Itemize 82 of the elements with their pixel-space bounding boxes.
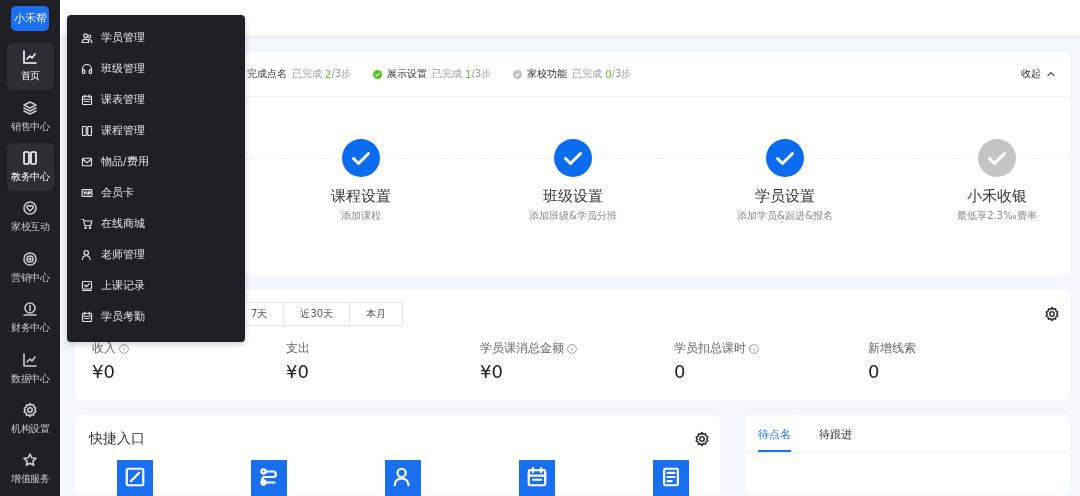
metric-value: ¥0 (286, 361, 310, 382)
layers-icon (22, 99, 38, 116)
task-title: 家校功能 (527, 67, 568, 81)
metric-value: 0 (868, 361, 881, 382)
menu-item[interactable]: 课表管理 (67, 84, 245, 115)
step-subtitle: 添加班级&学员分班 (529, 209, 617, 223)
sidebar-item[interactable]: 教务中心 (6, 143, 54, 191)
envelope-icon (81, 155, 93, 168)
menu-item[interactable]: 班级管理 (67, 53, 245, 84)
metric-label: 学员课消总金额 (480, 340, 564, 357)
edit-icon (124, 466, 146, 488)
checklist-icon (81, 279, 93, 292)
card-icon (81, 186, 93, 199)
calendar-icon (526, 466, 548, 488)
chart-icon (22, 351, 38, 368)
flow-icon (258, 466, 280, 488)
completed-count: 0 (605, 68, 612, 80)
metric-value: 0 (674, 361, 687, 382)
range-tab[interactable]: 近30天 (284, 302, 351, 326)
step-total: /3步 (331, 67, 352, 81)
step-title: 小禾收银 (967, 187, 1027, 206)
progress-label: 已完成 (432, 67, 463, 81)
settings-icon (694, 431, 710, 447)
step-title: 学员设置 (755, 187, 815, 206)
sidebar-item[interactable]: 数据中心 (6, 344, 54, 393)
headset-icon (81, 62, 93, 75)
shortcut-tile[interactable] (653, 460, 689, 496)
menu-item[interactable]: 课程管理 (67, 115, 245, 146)
metric-label: 新增线索 (868, 340, 916, 357)
shortcut-tile[interactable] (385, 460, 421, 496)
logo[interactable]: 小禾帮 (11, 6, 49, 31)
tab[interactable]: 待点名 (758, 427, 791, 452)
progress-label: 已完成 (572, 67, 603, 81)
section-title: 快捷入口 (89, 430, 145, 448)
completed-count: 1 (465, 68, 472, 80)
sidebar-item[interactable]: 营销中心 (6, 244, 54, 292)
sidebar-item[interactable]: 首页 (6, 42, 54, 91)
menu-item[interactable]: 老师管理 (67, 239, 245, 270)
metric-label: 收入 (92, 340, 116, 357)
menu-item[interactable]: 物品/费用 (67, 146, 245, 177)
users-icon (81, 31, 93, 44)
sidebar-item[interactable]: 财务中心 (6, 294, 54, 342)
sidebar-item[interactable]: 销售中心 (6, 93, 54, 141)
shortcut-tile[interactable] (117, 460, 153, 496)
step-subtitle: 添加课程 (341, 209, 381, 223)
menu-item[interactable]: 上课记录 (67, 270, 245, 301)
metric-label: 支出 (286, 340, 310, 357)
menu-item[interactable]: 学员管理 (67, 22, 245, 53)
range-tab[interactable]: 本月 (350, 302, 404, 326)
menu-item[interactable]: 会员卡 (67, 177, 245, 208)
sidebar-item[interactable]: 增值服务 (6, 445, 54, 494)
calendar-icon (81, 93, 93, 106)
settings-icon (1044, 306, 1060, 322)
step-subtitle: 添加学员&跟进&报名 (737, 209, 833, 223)
step-title: 课程设置 (331, 187, 391, 206)
target-icon (22, 250, 38, 267)
user-icon (81, 248, 93, 261)
metric-value: ¥0 (92, 361, 116, 382)
step-subtitle: 最低享2.3‰费率 (957, 209, 1037, 223)
tab[interactable]: 待跟进 (819, 427, 852, 452)
metric-label: 学员扣总课时 (674, 340, 746, 357)
shortcut-tile[interactable] (519, 460, 555, 496)
step-total: /3步 (611, 67, 632, 81)
document-icon (660, 466, 682, 488)
calendar-icon (81, 310, 93, 323)
menu-item[interactable]: 在线商城 (67, 208, 245, 239)
collapse-button[interactable]: 收起 (1021, 67, 1056, 81)
task-title: 展示设置 (387, 67, 428, 81)
sidebar-item[interactable]: 家校互动 (6, 193, 54, 242)
shortcut-tile[interactable] (251, 460, 287, 496)
chart-icon (22, 49, 38, 66)
progress-label: 已完成 (292, 67, 322, 81)
step-total: /3步 (471, 67, 492, 81)
cart-icon (81, 217, 93, 230)
completed-count: 2 (325, 68, 332, 80)
sidebar-item[interactable]: 机构设置 (6, 395, 54, 443)
step-title: 班级设置 (543, 187, 603, 206)
task-title: 完成点名 (247, 67, 287, 81)
metric-value: ¥0 (480, 361, 504, 382)
caret-icon (1046, 69, 1056, 79)
star-icon (22, 452, 38, 469)
settings-icon (22, 402, 38, 418)
